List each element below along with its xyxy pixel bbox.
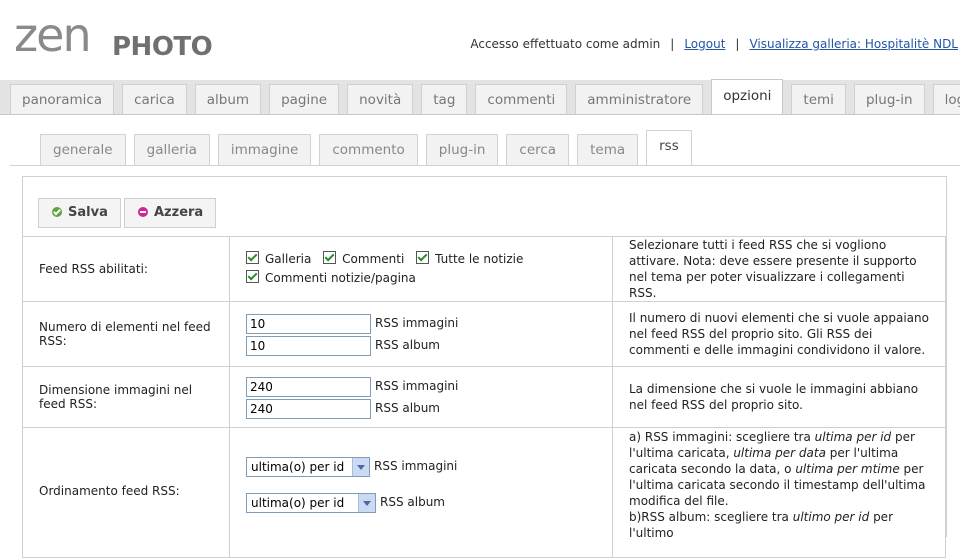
- separator: |: [670, 37, 675, 51]
- subtab-generale[interactable]: generale: [40, 134, 126, 165]
- checkbox-icon: [323, 251, 337, 264]
- tab-opzioni[interactable]: opzioni: [711, 79, 784, 114]
- tab-album[interactable]: album: [194, 84, 262, 114]
- option-description: Selezionare tutti i feed RSS che si vogl…: [612, 236, 946, 302]
- field-unit: RSS immagini: [375, 379, 459, 393]
- rss-images-order-select[interactable]: ultima(o) per id: [246, 456, 370, 477]
- table-row: Ordinamento feed RSS: ultima(o) per id RS…: [22, 427, 946, 558]
- tab-amministratore[interactable]: amministratore: [575, 84, 704, 114]
- rss-albums-count-input[interactable]: 10: [246, 335, 371, 356]
- option-label: Feed RSS abilitati:: [22, 236, 230, 302]
- tab-tag[interactable]: tag: [421, 84, 468, 114]
- table-row: Numero di elementi nel feed RSS: 10 RSS i…: [22, 301, 946, 367]
- subtab-commento[interactable]: commento: [319, 134, 418, 165]
- checkbox-label: Commenti: [342, 252, 405, 266]
- subtab-tema[interactable]: tema: [577, 134, 639, 165]
- description-text: a) RSS immagini: scegliere tra: [629, 430, 815, 444]
- rss-images-size-input[interactable]: 240: [246, 376, 371, 397]
- select-value: ultima(o) per id: [251, 495, 345, 510]
- tab-carica[interactable]: carica: [122, 84, 187, 114]
- tab-plug-in[interactable]: plug-in: [853, 84, 925, 114]
- logo-photo-text: PHOTO: [112, 32, 213, 62]
- description-emphasis: ultima per mtime: [795, 462, 900, 476]
- option-label: Dimensione immagini nel feed RSS:: [22, 366, 230, 428]
- save-button[interactable]: Salva: [38, 198, 121, 228]
- sub-tabs: generale galleria immagine commento plug…: [40, 130, 692, 166]
- subtab-galleria[interactable]: galleria: [133, 134, 210, 165]
- description-emphasis: ultima per data: [733, 446, 826, 460]
- order-selects: ultima(o) per id RSS immagini ultima(o) p…: [229, 427, 613, 558]
- checkbox-icon: [246, 270, 259, 283]
- count-fields: 10 RSS immagini 10 RSS album: [229, 301, 613, 367]
- main-tabs: panoramica carica album pagine novità ta…: [10, 79, 960, 114]
- table-row: Feed RSS abilitati: Galleria Commenti Tu…: [22, 236, 946, 302]
- checkbox-icon: [246, 251, 259, 264]
- checkbox-label: Tutte le notizie: [435, 252, 524, 266]
- subtab-rss[interactable]: rss: [646, 130, 692, 165]
- checkbox-commenti[interactable]: Commenti: [323, 251, 405, 266]
- logout-link[interactable]: Logout: [684, 37, 725, 51]
- checkbox-label: Commenti notizie/pagina: [265, 271, 416, 285]
- user-bar: Accesso effettuato come admin | Logout | Vis…: [470, 37, 958, 51]
- checkbox-tutte-le-notizie[interactable]: Tutte le notizie: [416, 251, 524, 266]
- checkbox-commenti-notizie[interactable]: Commenti notizie/pagina: [246, 270, 416, 285]
- rss-albums-order-select[interactable]: ultima(o) per id: [246, 492, 376, 513]
- description-text: b)RSS album: scegliere tra: [629, 510, 793, 524]
- tab-panoramica[interactable]: panoramica: [10, 84, 115, 114]
- size-fields: 240 RSS immagini 240 RSS album: [229, 366, 613, 428]
- option-label: Numero di elementi nel feed RSS:: [22, 301, 230, 367]
- checkbox-icon: [416, 251, 430, 264]
- option-description: La dimensione che si vuole le immagini a…: [612, 366, 946, 428]
- tab-log[interactable]: log: [932, 84, 960, 114]
- option-description: Il numero di nuovi elementi che si vuole…: [612, 301, 946, 367]
- checkbox-label: Galleria: [265, 252, 312, 266]
- tab-pagine[interactable]: pagine: [269, 84, 340, 114]
- login-status: Accesso effettuato come admin: [470, 37, 661, 51]
- table-row: Dimensione immagini nel feed RSS: 240 RSS…: [22, 366, 946, 428]
- logo-zen-text: zen: [14, 8, 92, 62]
- reset-button-label: Azzera: [154, 205, 204, 220]
- subtab-immagine[interactable]: immagine: [217, 134, 312, 165]
- subtab-cerca[interactable]: cerca: [506, 134, 570, 165]
- chevron-down-icon: [352, 457, 369, 476]
- minus-icon: [138, 207, 148, 217]
- feed-checkboxes: Galleria Commenti Tutte le notizie Comme…: [229, 236, 613, 302]
- description-emphasis: ultima per id: [814, 430, 892, 444]
- field-unit: RSS immagini: [374, 459, 458, 473]
- field-unit: RSS album: [380, 495, 445, 509]
- tab-temi[interactable]: temi: [791, 84, 846, 114]
- separator: |: [735, 37, 740, 51]
- option-label: Ordinamento feed RSS:: [22, 427, 230, 558]
- tab-commenti[interactable]: commenti: [475, 84, 568, 114]
- reset-button[interactable]: Azzera: [124, 198, 217, 228]
- rss-options-table: Feed RSS abilitati: Galleria Commenti Tu…: [22, 236, 946, 558]
- description-emphasis: ultimo per id: [792, 510, 870, 524]
- select-value: ultima(o) per id: [251, 459, 345, 474]
- field-unit: RSS album: [375, 401, 440, 415]
- rss-images-count-input[interactable]: 10: [246, 313, 371, 334]
- tab-novita[interactable]: novità: [347, 84, 414, 114]
- chevron-down-icon: [358, 493, 375, 512]
- rss-albums-size-input[interactable]: 240: [246, 398, 371, 419]
- option-description: a) RSS immagini: scegliere tra ultima pe…: [612, 427, 946, 558]
- field-unit: RSS album: [375, 338, 440, 352]
- field-unit: RSS immagini: [375, 316, 459, 330]
- checkbox-galleria[interactable]: Galleria: [246, 251, 312, 266]
- checkmark-icon: [52, 207, 62, 217]
- subtab-plug-in[interactable]: plug-in: [425, 134, 499, 165]
- view-gallery-link[interactable]: Visualizza galleria: Hospitalitè NDL: [749, 37, 958, 51]
- save-button-label: Salva: [68, 205, 108, 220]
